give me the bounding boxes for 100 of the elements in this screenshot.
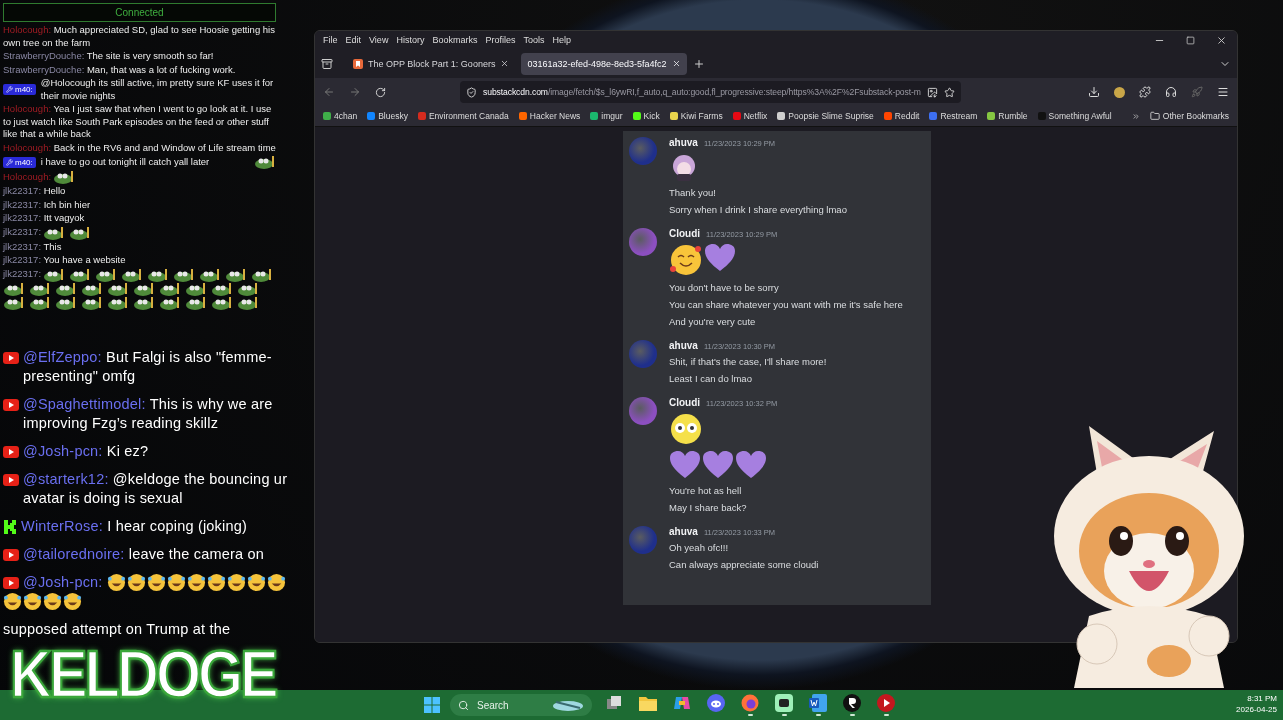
username: ahuva <box>669 137 698 148</box>
bookmark[interactable]: Bluesky <box>367 111 408 121</box>
menu-item[interactable]: Bookmarks <box>428 35 482 45</box>
message-text: You can share whatever you want with me it's safe here <box>669 298 903 311</box>
chat-message: i have to go out tonight ill catch yall later <box>40 155 211 169</box>
frog-emote-icon <box>147 267 170 282</box>
menu-icon[interactable] <box>1217 86 1229 98</box>
frog-emote-icon <box>107 281 129 296</box>
tab-tray-icon[interactable] <box>321 57 333 70</box>
bookmark-label: Restream <box>940 111 978 121</box>
frog-emote-icon <box>133 281 155 296</box>
chat-message: @tailorednoire: leave the camera on <box>23 544 265 564</box>
extensions-icon[interactable] <box>1139 86 1151 98</box>
heart-icon <box>702 450 734 480</box>
frog-emote-icon <box>3 281 25 296</box>
laughing-emoji-icon <box>63 591 82 611</box>
chat-message: @starterk12: @keldoge the bouncing ur avatar is doing is sexual <box>23 469 289 508</box>
kick-icon <box>3 519 17 534</box>
download-icon[interactable] <box>1088 86 1100 98</box>
frog-emote-icon <box>225 267 248 282</box>
close-icon[interactable] <box>1216 34 1227 46</box>
bookmark[interactable]: Hacker News <box>518 111 581 121</box>
bookmark[interactable]: Kick <box>632 111 660 121</box>
menu-item[interactable]: History <box>392 35 429 45</box>
headphones-icon[interactable] <box>1165 86 1177 98</box>
task-view-icon[interactable] <box>606 695 622 711</box>
frog-emote-icon <box>251 267 274 282</box>
address-bar[interactable]: substackcdn.com/image/fetch/$s_l6ywRI,f_auto,q_auto:good,fl_progressive:steep/https%3A%2F%2Fsubstack-post-m <box>460 81 961 103</box>
frog-emote-icon <box>133 295 155 310</box>
word-icon[interactable] <box>809 694 827 712</box>
discord-icon[interactable] <box>707 694 725 712</box>
chat-message: StrawberryDouche: The site is very smooth so far! <box>3 50 215 63</box>
bookmark[interactable]: Restream <box>929 111 978 121</box>
chat-message: supposed attempt on Trump at the <box>3 619 232 639</box>
chat-message: Holocough: Much appreciated SD, glad to see Hoosie getting his own tree on the farm <box>3 24 276 49</box>
bookmark-label: Other Bookmarks <box>1162 111 1229 121</box>
laughing-emoji-icon <box>106 572 126 592</box>
bookmark[interactable]: Rumble <box>987 111 1028 121</box>
frog-emote-icon <box>81 281 103 296</box>
frog-emote-icon <box>43 267 66 282</box>
frog-emote-icon <box>185 281 207 296</box>
laughing-emoji-icon <box>166 572 186 592</box>
frog-emote-icon <box>159 295 181 310</box>
clock-time: 8:31 PM <box>1247 693 1277 704</box>
bookmark[interactable]: Netflix <box>732 111 768 121</box>
chat-app-icon[interactable] <box>775 694 793 712</box>
heart-icon <box>735 450 767 480</box>
wrench-icon <box>6 158 13 166</box>
bookmark[interactable]: imgur <box>590 111 623 121</box>
menu-item[interactable]: Tools <box>519 35 549 45</box>
frog-emote-icon <box>185 295 207 310</box>
username: Cloudi <box>669 228 701 239</box>
browser-tab[interactable]: 03161a32-efed-498e-8ed3-5fa4fc2 <box>521 52 687 75</box>
frog-emote-icon <box>173 267 196 282</box>
message-text: You don't have to be sorry <box>669 281 780 294</box>
youtube-icon <box>3 576 19 589</box>
message-text: And you're very cute <box>669 315 757 328</box>
bookmark-favicon-icon <box>353 58 363 69</box>
youtube-icon <box>3 398 19 411</box>
youtube-icon <box>3 548 19 561</box>
close-icon[interactable] <box>671 59 681 68</box>
frog-emote-icon <box>211 295 233 310</box>
play-app-icon[interactable] <box>877 694 895 712</box>
message-text: Can always appreciate some cloudi <box>669 558 819 571</box>
chat-message: jlk22317: Ich bin hier <box>3 198 92 211</box>
frog-emote-icon <box>53 170 76 184</box>
menu-item[interactable]: View <box>365 35 393 45</box>
extension-icon[interactable] <box>1114 86 1125 98</box>
bookmark[interactable]: Reddit <box>883 111 920 121</box>
bookmark[interactable]: 4chan <box>323 111 358 121</box>
folder-icon[interactable] <box>639 695 657 711</box>
menu-item[interactable]: File <box>319 35 342 45</box>
url-text: substackcdn.com/image/fetch/$s_l6ywRI,f_auto,q_auto:good,fl_progressive:steep/https%3A%2F%2Fsubstack-post-m <box>483 87 921 97</box>
copilot-icon[interactable] <box>673 694 691 712</box>
menu-item[interactable]: Edit <box>341 35 366 45</box>
message-text: May I share back? <box>669 501 748 514</box>
search-field[interactable]: Search <box>450 694 592 716</box>
bookmark-label: 4chan <box>334 111 358 121</box>
chat-message: Holocough: Back in the RV6 and and Window of Life stream time <box>3 141 277 154</box>
maximize-icon[interactable] <box>1186 35 1195 45</box>
chat-message: jlk22317: This <box>3 240 63 253</box>
frog-emote-icon <box>3 295 25 310</box>
frog-emote-icon <box>107 295 129 310</box>
new-tab-icon[interactable] <box>692 57 705 70</box>
r-app-icon[interactable] <box>843 694 861 712</box>
menu-item[interactable]: Profiles <box>481 35 520 45</box>
wrench-icon <box>6 86 13 93</box>
bookmark[interactable]: Kiwi Farms <box>669 111 723 121</box>
chat-message: @Holocough its still active, im pretty sure KF uses it for their movie nights <box>40 77 275 102</box>
save-image-icon[interactable] <box>926 86 938 98</box>
menu-item[interactable]: Help <box>548 35 575 45</box>
reload-icon[interactable] <box>375 86 386 98</box>
star-icon[interactable] <box>943 86 955 98</box>
shield-icon <box>466 86 477 98</box>
bookmark[interactable]: Other Bookmarks <box>1149 111 1229 121</box>
chat-message: jlk22317: Itt vagyok <box>3 212 86 225</box>
browser-tab[interactable]: The OPP Block Part 1: Gooners <box>347 52 516 75</box>
chat-message: Holocough: Yea I just saw that when I went to go look at it. I use to just watch like South Park episodes on the feed or other stuff like that a while back <box>3 103 273 141</box>
frog-emote-icon <box>29 281 51 296</box>
close-icon[interactable] <box>500 59 510 68</box>
